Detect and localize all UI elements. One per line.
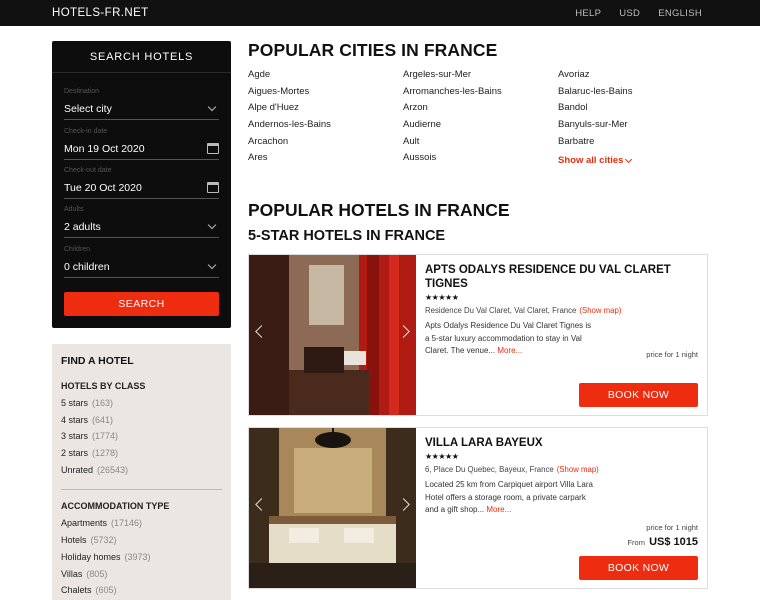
- hotel-description: Apts Odalys Residence Du Val Claret Tign…: [425, 321, 592, 355]
- city-link[interactable]: Ault: [403, 136, 553, 153]
- cities-column-1: Agde Aigues-Mortes Alpe d'Huez Andernos-…: [248, 69, 398, 169]
- book-now-button[interactable]: BOOK NOW: [579, 383, 698, 407]
- checkout-label: Check-out date: [64, 167, 112, 174]
- language-selector[interactable]: ENGLISH: [658, 8, 702, 19]
- hotel-photo[interactable]: [249, 428, 416, 588]
- search-panel-title: SEARCH HOTELS: [52, 41, 231, 73]
- accommodation-item-chalets[interactable]: Chalets (605): [61, 585, 222, 600]
- city-link[interactable]: Ares: [248, 152, 398, 169]
- show-map-link[interactable]: (Show map): [579, 306, 621, 315]
- checkin-field[interactable]: Check-in date Mon 19 Oct 2020: [64, 128, 219, 160]
- city-link[interactable]: Bandol: [558, 102, 708, 119]
- show-map-link[interactable]: (Show map): [557, 465, 599, 474]
- cities-section-header: POPULAR CITIES IN FRANCE: [248, 40, 708, 61]
- destination-select[interactable]: Select city: [64, 103, 112, 115]
- class-item-unrated[interactable]: Unrated (26543): [61, 465, 222, 482]
- more-link[interactable]: More...: [486, 505, 511, 514]
- price-label: price for 1 night: [646, 523, 698, 532]
- top-bar: HOTELS-FR.NET HELP USD ENGLISH: [0, 0, 760, 26]
- destination-field[interactable]: Destination Select city: [64, 88, 219, 120]
- currency-selector[interactable]: USD: [619, 8, 640, 19]
- checkin-label: Check-in date: [64, 128, 108, 135]
- accommodation-type-title: ACCOMMODATION TYPE: [61, 501, 170, 512]
- find-hotel-panel: FIND A HOTEL HOTELS BY CLASS 5 stars (163…: [52, 344, 231, 600]
- price-box: price for 1 night: [646, 350, 698, 359]
- calendar-icon[interactable]: [207, 143, 219, 154]
- accommodation-item-hotels[interactable]: Hotels (5732): [61, 535, 222, 552]
- city-link[interactable]: Aussois: [403, 152, 553, 169]
- class-item-2-stars[interactable]: 2 stars (1278): [61, 448, 222, 465]
- city-link[interactable]: Agde: [248, 69, 398, 86]
- city-link[interactable]: Avoriaz: [558, 69, 708, 86]
- city-link[interactable]: Arzon: [403, 102, 553, 119]
- search-button[interactable]: SEARCH: [64, 292, 219, 316]
- calendar-icon[interactable]: [207, 182, 219, 193]
- price-label: price for 1 night: [646, 350, 698, 359]
- find-hotel-title: FIND A HOTEL: [61, 355, 134, 367]
- class-item-5-stars[interactable]: 5 stars (163): [61, 398, 222, 415]
- accommodation-item-holiday-homes[interactable]: Holiday homes (3973): [61, 552, 222, 569]
- city-link[interactable]: Alpe d'Huez: [248, 102, 398, 119]
- adults-field[interactable]: Adults 2 adults: [64, 206, 219, 238]
- city-link[interactable]: Audierne: [403, 119, 553, 136]
- star-rating: ★★★★★: [425, 293, 459, 302]
- city-link[interactable]: Arcachon: [248, 136, 398, 153]
- checkin-input[interactable]: Mon 19 Oct 2020: [64, 143, 145, 155]
- city-link[interactable]: Barbatre: [558, 136, 708, 153]
- adults-select[interactable]: 2 adults: [64, 221, 101, 233]
- price-box: price for 1 night From US$ 1015: [627, 523, 698, 548]
- more-link[interactable]: More...: [497, 346, 522, 355]
- class-item-3-stars[interactable]: 3 stars (1774): [61, 431, 222, 448]
- cities-column-3: Avoriaz Balaruc-les-Bains Bandol Banyuls…: [558, 69, 708, 169]
- chevron-down-icon: [207, 220, 217, 230]
- city-link[interactable]: Banyuls-sur-Mer: [558, 119, 708, 136]
- chevron-down-icon: [207, 260, 217, 270]
- destination-label: Destination: [64, 88, 100, 95]
- children-field[interactable]: Children 0 children: [64, 246, 219, 278]
- divider: [61, 489, 222, 491]
- hotel-price: US$ 1015: [649, 536, 698, 548]
- accommodation-item-villas[interactable]: Villas (805): [61, 569, 222, 586]
- site-logo[interactable]: HOTELS-FR.NET: [52, 7, 149, 19]
- city-link[interactable]: Argeles-sur-Mer: [403, 69, 553, 86]
- hotel-card: APTS ODALYS RESIDENCE DU VAL CLARET TIGN…: [248, 254, 708, 416]
- popular-cities-title: POPULAR CITIES IN FRANCE: [248, 40, 498, 60]
- popular-hotels-title: POPULAR HOTELS IN FRANCE: [248, 200, 510, 220]
- five-star-hotels-title: 5-STAR HOTELS IN FRANCE: [248, 228, 446, 244]
- star-rating: ★★★★★: [425, 452, 459, 461]
- hotel-info: APTS ODALYS RESIDENCE DU VAL CLARET TIGN…: [425, 263, 697, 358]
- class-item-4-stars[interactable]: 4 stars (641): [61, 415, 222, 432]
- children-select[interactable]: 0 children: [64, 261, 110, 273]
- city-link[interactable]: Andernos-les-Bains: [248, 119, 398, 136]
- hotel-address: 6, Place Du Quebec, Bayeux, France (Show …: [425, 465, 599, 474]
- cities-column-2: Argeles-sur-Mer Arromanches-les-Bains Ar…: [403, 69, 553, 169]
- top-nav: HELP USD ENGLISH: [575, 8, 702, 19]
- city-link[interactable]: Aigues-Mortes: [248, 86, 398, 103]
- chevron-down-icon: [207, 102, 217, 112]
- children-label: Children: [64, 246, 91, 253]
- hotel-info: VILLA LARA BAYEUX ★★★★★ 6, Place Du Queb…: [425, 436, 697, 517]
- book-now-button[interactable]: BOOK NOW: [579, 556, 698, 580]
- city-link[interactable]: Balaruc-les-Bains: [558, 86, 708, 103]
- accommodation-item-apartments[interactable]: Apartments (17146): [61, 518, 222, 535]
- chevron-down-icon: [625, 155, 633, 163]
- show-all-cities-link[interactable]: Show all cities: [558, 152, 708, 169]
- search-panel: SEARCH HOTELS Destination Select city Ch…: [52, 41, 231, 328]
- help-link[interactable]: HELP: [575, 8, 601, 19]
- hotels-by-class-title: HOTELS BY CLASS: [61, 381, 146, 391]
- hotel-name[interactable]: APTS ODALYS RESIDENCE DU VAL CLARET TIGN…: [425, 263, 697, 291]
- hotel-photo[interactable]: [249, 255, 416, 415]
- hotel-description: Located 25 km from Carpiquet airport Vil…: [425, 480, 593, 514]
- checkout-input[interactable]: Tue 20 Oct 2020: [64, 182, 142, 194]
- hotel-address: Residence Du Val Claret, Val Claret, Fra…: [425, 306, 622, 315]
- hotel-name[interactable]: VILLA LARA BAYEUX: [425, 436, 697, 450]
- price-line: From US$ 1015: [627, 536, 698, 548]
- hotel-card: VILLA LARA BAYEUX ★★★★★ 6, Place Du Queb…: [248, 427, 708, 589]
- adults-label: Adults: [64, 206, 84, 213]
- checkout-field[interactable]: Check-out date Tue 20 Oct 2020: [64, 167, 219, 199]
- city-link[interactable]: Arromanches-les-Bains: [403, 86, 553, 103]
